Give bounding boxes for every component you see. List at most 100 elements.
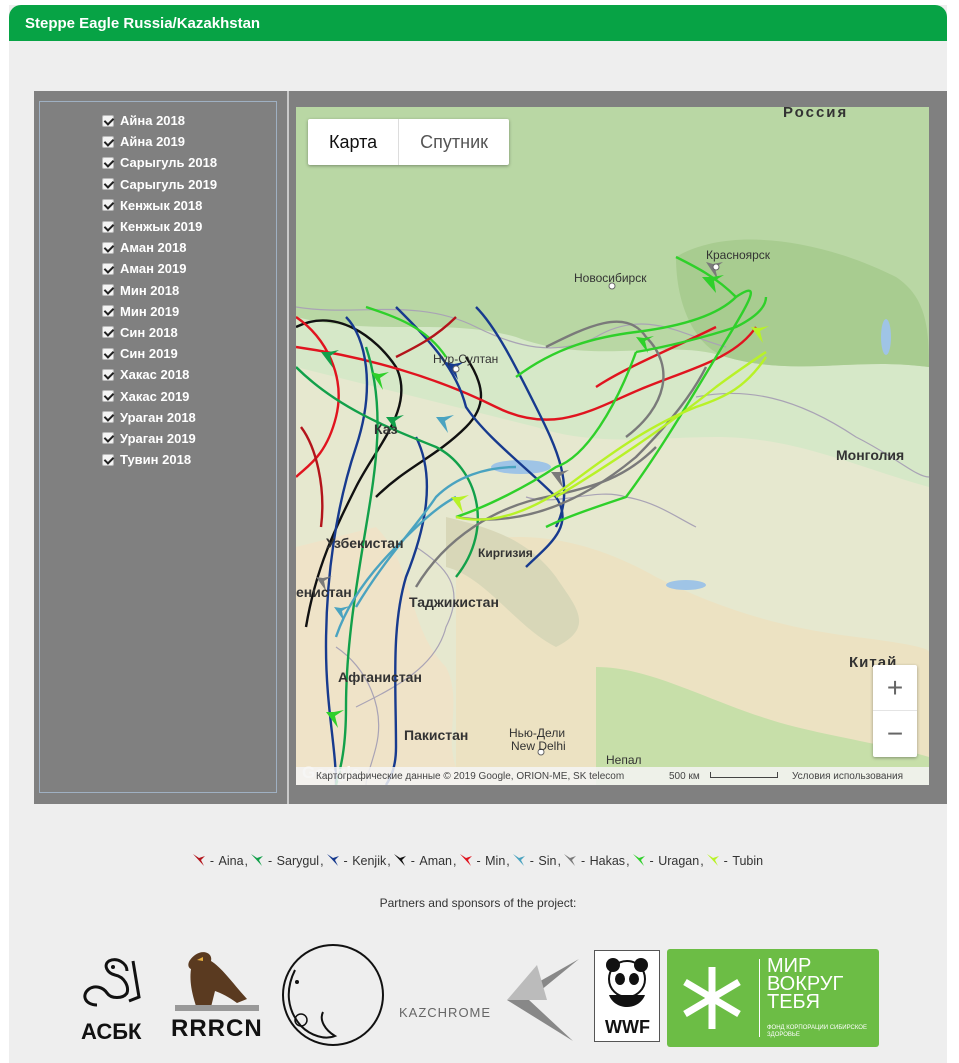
layer-checkbox[interactable] — [102, 368, 114, 381]
zoom-out-button[interactable]: − — [873, 711, 917, 757]
layer-item[interactable]: Мин 2019 — [102, 301, 217, 322]
rrrcn-logo: RRRCN — [167, 947, 265, 1043]
legend-label: Tubin — [732, 854, 764, 868]
mir-subtitle: ФОНД КОРПОРАЦИИ СИБИРСКОЕ ЗДОРОВЬЕ — [767, 1025, 867, 1038]
eagle-marker-icon — [393, 854, 406, 866]
label-novosibirsk: Новосибирск — [574, 271, 647, 285]
eagle-marker-icon — [459, 854, 472, 866]
layer-checkbox[interactable] — [102, 199, 114, 212]
label-mongolia: Монголия — [836, 447, 904, 463]
scale-bar — [710, 772, 778, 778]
terms-link[interactable]: Условия использования — [792, 771, 903, 782]
bear-icon — [282, 944, 384, 1046]
map-type-satellite-button[interactable]: Спутник — [399, 119, 509, 165]
layer-item[interactable]: Хакас 2019 — [102, 385, 217, 406]
layer-checkbox[interactable] — [102, 241, 114, 254]
label-newdelhi-en: New Delhi — [511, 739, 566, 753]
map-type-control: Карта Спутник — [308, 119, 510, 165]
zoom-in-button[interactable]: + — [873, 665, 917, 711]
legend-label: Sarygul — [276, 854, 320, 868]
tracking-panel: Айна 2018 Айна 2019 Сарыгуль 2018 Сарыгуль … — [34, 91, 947, 804]
layer-label: Айна 2018 — [120, 113, 185, 129]
legend-label: Aman — [419, 854, 453, 868]
layer-item[interactable]: Сарыгуль 2018 — [102, 152, 217, 173]
map-view[interactable]: Россия Красноярск Новосибирск Нур-Султан… — [296, 107, 929, 785]
legend-label: Aina — [218, 854, 244, 868]
eagle-marker-icon — [563, 854, 576, 866]
kazchrome-star-icon — [507, 959, 579, 1041]
layer-item[interactable]: Син 2018 — [102, 322, 217, 343]
layer-checkbox[interactable] — [102, 305, 114, 318]
layer-checkbox[interactable] — [102, 284, 114, 297]
scale-label: 500 км — [669, 770, 700, 782]
eagle-marker-icon — [512, 854, 525, 866]
legend-label: Hakas — [589, 854, 626, 868]
layer-checkbox[interactable] — [102, 347, 114, 360]
layer-checkbox[interactable] — [102, 326, 114, 339]
kazchrome-text: KAZCHROME — [399, 1005, 492, 1020]
layer-checkbox[interactable] — [102, 114, 114, 127]
legend-item: - Aina, — [192, 853, 248, 868]
layer-label: Мин 2018 — [120, 282, 180, 298]
label-russia: Россия — [783, 107, 848, 121]
layer-checkbox[interactable] — [102, 411, 114, 424]
partner-logos: АСБК RRRCN KAZCHROME WWF МИР ВОКРУГ ТЕБЯ… — [9, 935, 947, 1055]
legend-label: Min — [485, 854, 506, 868]
layer-item[interactable]: Син 2019 — [102, 343, 217, 364]
map-attribution: Картографические данные © 2019 Google, O… — [296, 767, 929, 785]
mir-title: МИР ВОКРУГ ТЕБЯ — [767, 955, 844, 1013]
snowflake-icon — [683, 967, 741, 1029]
layer-label: Кенжык 2018 — [120, 197, 203, 213]
label-pakistan: Пакистан — [404, 727, 468, 743]
layer-label: Кенжык 2019 — [120, 219, 203, 235]
attribution-text: Картографические данные © 2019 Google, O… — [316, 770, 625, 782]
layer-checkbox[interactable] — [102, 453, 114, 466]
zoom-control: + − — [873, 665, 917, 757]
legend-item: - Uragan, — [632, 853, 704, 868]
layer-label: Аман 2018 — [120, 240, 187, 256]
layer-item[interactable]: Айна 2018 — [102, 110, 217, 131]
legend-item: - Sarygul, — [250, 853, 324, 868]
layer-checkbox[interactable] — [102, 178, 114, 191]
layer-label: Ураган 2019 — [120, 430, 196, 446]
legend-item: - Min, — [459, 853, 510, 868]
legend-item: - Sin, — [512, 853, 561, 868]
layer-checkbox[interactable] — [102, 220, 114, 233]
eagle-icon — [175, 952, 259, 1011]
layer-item[interactable]: Аман 2019 — [102, 258, 217, 279]
label-afghanistan: Афганистан — [338, 669, 422, 685]
layer-item[interactable]: Айна 2019 — [102, 131, 217, 152]
page-title: Steppe Eagle Russia/Kazakhstan — [25, 15, 261, 32]
layer-item[interactable]: Хакас 2018 — [102, 364, 217, 385]
layer-checkbox[interactable] — [102, 262, 114, 275]
layer-label: Хакас 2018 — [120, 367, 190, 383]
map-canvas[interactable]: Россия Красноярск Новосибирск Нур-Султан… — [296, 107, 929, 785]
layer-checkbox[interactable] — [102, 432, 114, 445]
layer-item[interactable]: Тувин 2018 — [102, 449, 217, 470]
label-kyrgyzstan: Киргизия — [478, 546, 533, 560]
label-krasnoyarsk: Красноярск — [706, 248, 771, 262]
layer-item[interactable]: Кенжык 2019 — [102, 216, 217, 237]
layer-item[interactable]: Мин 2018 — [102, 280, 217, 301]
label-nepal: Непал — [606, 753, 642, 767]
layer-sidebar: Айна 2018 Айна 2019 Сарыгуль 2018 Сарыгуль … — [39, 101, 277, 793]
layer-item[interactable]: Аман 2018 — [102, 237, 217, 258]
rrrcn-text: RRRCN — [171, 1015, 263, 1042]
layer-label: Син 2019 — [120, 346, 178, 362]
map-type-map-button[interactable]: Карта — [308, 119, 400, 165]
layer-label: Тувин 2018 — [120, 452, 192, 468]
layer-checkbox[interactable] — [102, 156, 114, 169]
layer-label: Син 2018 — [120, 324, 178, 340]
layer-checkbox[interactable] — [102, 135, 114, 148]
layer-label: Ураган 2018 — [120, 409, 196, 425]
layer-checkbox[interactable] — [102, 390, 114, 403]
layer-item[interactable]: Ураган 2018 — [102, 407, 217, 428]
label-kazakhstan-partial: Каз — [374, 421, 398, 437]
layer-item[interactable]: Ураган 2019 — [102, 428, 217, 449]
layer-item[interactable]: Сарыгуль 2019 — [102, 174, 217, 195]
wwf-logo: WWF — [594, 950, 660, 1042]
bear-logo — [275, 940, 385, 1050]
layer-label: Сарыгуль 2018 — [120, 155, 218, 171]
layer-item[interactable]: Кенжык 2018 — [102, 195, 217, 216]
layer-label: Айна 2019 — [120, 134, 185, 150]
